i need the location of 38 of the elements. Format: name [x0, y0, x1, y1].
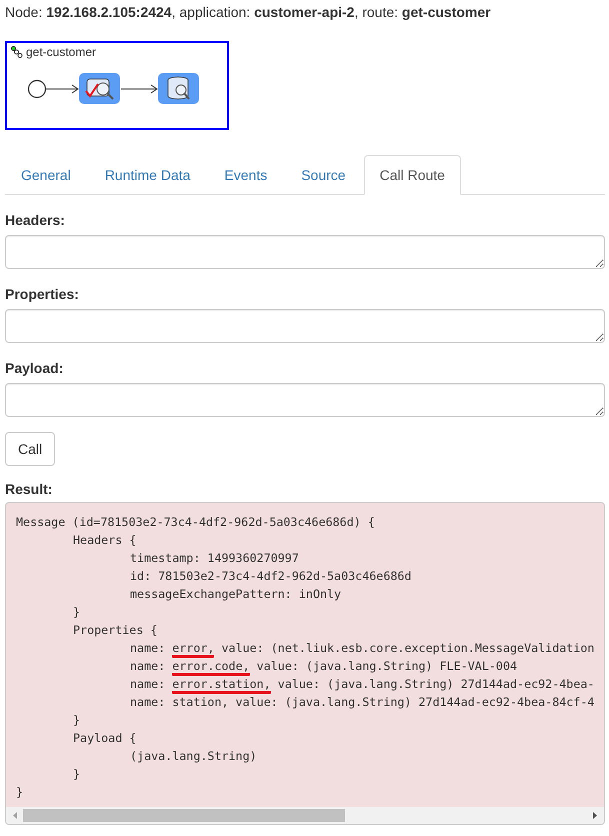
code-text: Message (id=781503e2-73c4-4df2-962d-5a03c46e686d) { — [16, 515, 375, 529]
route-icon — [11, 46, 23, 58]
code-text: messageExchangePattern: inOnly — [130, 587, 342, 601]
underlined-code-text: error.station, — [172, 677, 271, 694]
code-text: timestamp: 1499360270997 — [130, 551, 299, 565]
tab[interactable]: Source — [285, 155, 362, 195]
field-label: Headers: — [5, 211, 66, 230]
code-text: (java.lang.String) — [130, 749, 257, 763]
code-text: name: — [130, 641, 166, 655]
code-text: value: (java.lang.String) 27d144ad-ec92-4bea- — [276, 677, 594, 691]
code-text: Payload { — [73, 731, 136, 745]
input-field[interactable] — [5, 309, 605, 343]
call-button[interactable]: Call — [5, 432, 56, 466]
code-text: name: — [130, 659, 166, 673]
code-text: } — [73, 767, 80, 781]
field-label: Properties: — [5, 285, 80, 304]
code-text: Headers { — [73, 533, 136, 547]
tab[interactable]: Runtime Data — [88, 155, 206, 195]
tab[interactable]: Call Route — [364, 155, 461, 195]
code-text: value: (net.liuk.esb.core.exception.MessageValidation — [220, 641, 594, 655]
code-text: name: station, value: (java.lang.String) 27d144ad-ec92-4bea-84cf-4 — [130, 695, 594, 709]
result-label: Result: — [5, 480, 54, 499]
input-field[interactable] — [5, 383, 605, 417]
code-text: } — [16, 785, 24, 799]
route-info-text: Node: 192.168.2.105:2424, application: customer-api-2, route: get-customer — [5, 4, 491, 20]
underlined-code-text: error.code, — [172, 659, 250, 676]
underlined-code-text: error, — [172, 641, 214, 658]
diagram-title: get-customer — [26, 44, 96, 60]
tab[interactable]: General — [5, 155, 87, 195]
code-text: } — [73, 713, 80, 727]
code-text: name: — [130, 677, 166, 691]
field-label: Payload: — [5, 359, 64, 378]
code-text: value: (java.lang.String) FLE-VAL-004 — [256, 659, 518, 673]
code-text: } — [73, 605, 80, 619]
code-text: id: 781503e2-73c4-4df2-962d-5a03c46e686d — [130, 569, 412, 583]
code-text: Properties { — [73, 623, 158, 637]
input-field[interactable] — [5, 235, 605, 269]
tab[interactable]: Events — [208, 155, 284, 195]
